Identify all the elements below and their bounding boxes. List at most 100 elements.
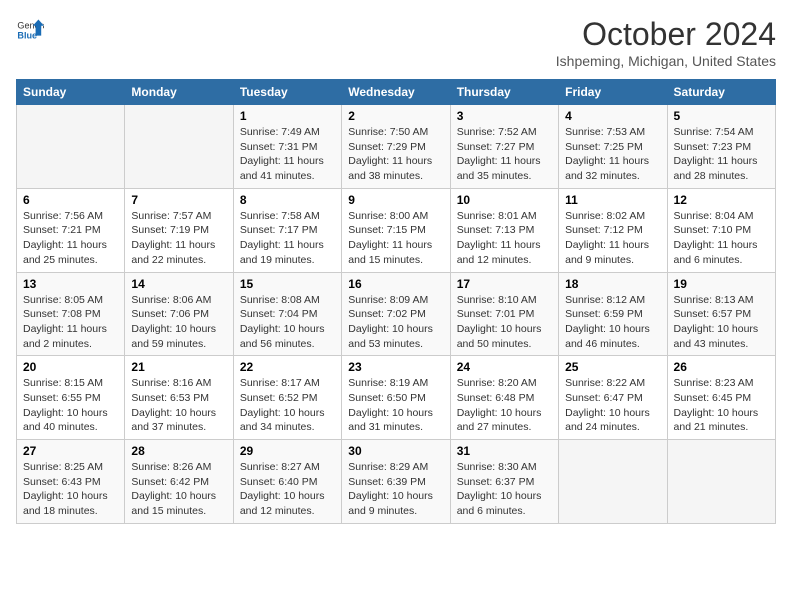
day-number: 13 xyxy=(23,277,118,291)
day-info: Sunrise: 8:10 AM Sunset: 7:01 PM Dayligh… xyxy=(457,293,552,352)
day-number: 12 xyxy=(674,193,769,207)
day-info: Sunrise: 8:02 AM Sunset: 7:12 PM Dayligh… xyxy=(565,209,660,268)
calendar-cell: 9 Sunrise: 8:00 AM Sunset: 7:15 PM Daylig… xyxy=(342,188,450,272)
calendar-cell: 31 Sunrise: 8:30 AM Sunset: 6:37 PM Dayli… xyxy=(450,440,558,524)
calendar-cell: 22 Sunrise: 8:17 AM Sunset: 6:52 PM Dayli… xyxy=(233,356,341,440)
day-info: Sunrise: 8:04 AM Sunset: 7:10 PM Dayligh… xyxy=(674,209,769,268)
calendar-cell: 10Sunrise: 8:01 AM Sunset: 7:13 PM Dayli… xyxy=(450,188,558,272)
calendar-cell: 1 Sunrise: 7:49 AM Sunset: 7:31 PM Daylig… xyxy=(233,105,341,189)
logo-icon: General Blue xyxy=(16,16,44,44)
calendar-cell: 29Sunrise: 8:27 AM Sunset: 6:40 PM Dayli… xyxy=(233,440,341,524)
calendar-week-3: 13 Sunrise: 8:05 AM Sunset: 7:08 PM Dayli… xyxy=(17,272,776,356)
calendar-cell: 3 Sunrise: 7:52 AM Sunset: 7:27 PM Daylig… xyxy=(450,105,558,189)
calendar-cell: 17 Sunrise: 8:10 AM Sunset: 7:01 PM Dayli… xyxy=(450,272,558,356)
day-info: Sunrise: 8:06 AM Sunset: 7:06 PM Dayligh… xyxy=(131,293,226,352)
calendar-cell xyxy=(17,105,125,189)
calendar-cell: 15 Sunrise: 8:08 AM Sunset: 7:04 PM Dayli… xyxy=(233,272,341,356)
day-number: 8 xyxy=(240,193,335,207)
calendar-cell: 23 Sunrise: 8:19 AM Sunset: 6:50 PM Dayli… xyxy=(342,356,450,440)
day-number: 16 xyxy=(348,277,443,291)
day-info: Sunrise: 8:20 AM Sunset: 6:48 PM Dayligh… xyxy=(457,376,552,435)
calendar-cell xyxy=(559,440,667,524)
day-info: Sunrise: 7:52 AM Sunset: 7:27 PM Dayligh… xyxy=(457,125,552,184)
day-number: 15 xyxy=(240,277,335,291)
day-number: 30 xyxy=(348,444,443,458)
calendar-cell: 6 Sunrise: 7:56 AM Sunset: 7:21 PM Daylig… xyxy=(17,188,125,272)
day-info: Sunrise: 8:05 AM Sunset: 7:08 PM Dayligh… xyxy=(23,293,118,352)
calendar-cell: 24 Sunrise: 8:20 AM Sunset: 6:48 PM Dayli… xyxy=(450,356,558,440)
day-info: Sunrise: 7:57 AM Sunset: 7:19 PM Dayligh… xyxy=(131,209,226,268)
day-header-friday: Friday xyxy=(559,80,667,105)
day-number: 17 xyxy=(457,277,552,291)
day-number: 2 xyxy=(348,109,443,123)
day-number: 7 xyxy=(131,193,226,207)
day-number: 3 xyxy=(457,109,552,123)
day-number: 18 xyxy=(565,277,660,291)
svg-text:Blue: Blue xyxy=(17,30,37,40)
day-number: 20 xyxy=(23,360,118,374)
day-number: 11 xyxy=(565,193,660,207)
day-number: 28 xyxy=(131,444,226,458)
day-number: 14 xyxy=(131,277,226,291)
calendar-week-2: 6 Sunrise: 7:56 AM Sunset: 7:21 PM Daylig… xyxy=(17,188,776,272)
day-info: Sunrise: 7:56 AM Sunset: 7:21 PM Dayligh… xyxy=(23,209,118,268)
calendar-week-4: 20 Sunrise: 8:15 AM Sunset: 6:55 PM Dayli… xyxy=(17,356,776,440)
day-number: 31 xyxy=(457,444,552,458)
day-number: 29 xyxy=(240,444,335,458)
day-info: Sunrise: 8:00 AM Sunset: 7:15 PM Dayligh… xyxy=(348,209,443,268)
day-header-saturday: Saturday xyxy=(667,80,775,105)
day-info: Sunrise: 8:13 AM Sunset: 6:57 PM Dayligh… xyxy=(674,293,769,352)
calendar-cell: 21 Sunrise: 8:16 AM Sunset: 6:53 PM Dayli… xyxy=(125,356,233,440)
calendar-cell: 14 Sunrise: 8:06 AM Sunset: 7:06 PM Dayli… xyxy=(125,272,233,356)
calendar-cell: 7 Sunrise: 7:57 AM Sunset: 7:19 PM Daylig… xyxy=(125,188,233,272)
day-number: 1 xyxy=(240,109,335,123)
day-number: 22 xyxy=(240,360,335,374)
day-number: 25 xyxy=(565,360,660,374)
calendar-week-1: 1 Sunrise: 7:49 AM Sunset: 7:31 PM Daylig… xyxy=(17,105,776,189)
day-number: 4 xyxy=(565,109,660,123)
day-info: Sunrise: 8:01 AM Sunset: 7:13 PM Dayligh… xyxy=(457,209,552,268)
day-info: Sunrise: 7:54 AM Sunset: 7:23 PM Dayligh… xyxy=(674,125,769,184)
day-info: Sunrise: 8:16 AM Sunset: 6:53 PM Dayligh… xyxy=(131,376,226,435)
calendar-cell: 30 Sunrise: 8:29 AM Sunset: 6:39 PM Dayli… xyxy=(342,440,450,524)
day-info: Sunrise: 8:26 AM Sunset: 6:42 PM Dayligh… xyxy=(131,460,226,519)
day-number: 6 xyxy=(23,193,118,207)
day-header-tuesday: Tuesday xyxy=(233,80,341,105)
day-header-monday: Monday xyxy=(125,80,233,105)
day-info: Sunrise: 8:19 AM Sunset: 6:50 PM Dayligh… xyxy=(348,376,443,435)
page-subtitle: Ishpeming, Michigan, United States xyxy=(556,53,776,69)
day-info: Sunrise: 7:58 AM Sunset: 7:17 PM Dayligh… xyxy=(240,209,335,268)
day-number: 5 xyxy=(674,109,769,123)
calendar-cell: 20 Sunrise: 8:15 AM Sunset: 6:55 PM Dayli… xyxy=(17,356,125,440)
calendar-cell: 16Sunrise: 8:09 AM Sunset: 7:02 PM Dayli… xyxy=(342,272,450,356)
calendar-cell: 19 Sunrise: 8:13 AM Sunset: 6:57 PM Dayli… xyxy=(667,272,775,356)
calendar-cell: 12 Sunrise: 8:04 AM Sunset: 7:10 PM Dayli… xyxy=(667,188,775,272)
day-number: 24 xyxy=(457,360,552,374)
calendar-cell xyxy=(667,440,775,524)
day-number: 9 xyxy=(348,193,443,207)
calendar-cell: 2 Sunrise: 7:50 AM Sunset: 7:29 PM Daylig… xyxy=(342,105,450,189)
calendar-cell: 4 Sunrise: 7:53 AM Sunset: 7:25 PM Daylig… xyxy=(559,105,667,189)
day-info: Sunrise: 8:17 AM Sunset: 6:52 PM Dayligh… xyxy=(240,376,335,435)
day-info: Sunrise: 7:49 AM Sunset: 7:31 PM Dayligh… xyxy=(240,125,335,184)
day-number: 19 xyxy=(674,277,769,291)
day-info: Sunrise: 8:29 AM Sunset: 6:39 PM Dayligh… xyxy=(348,460,443,519)
calendar-cell: 26Sunrise: 8:23 AM Sunset: 6:45 PM Dayli… xyxy=(667,356,775,440)
day-header-thursday: Thursday xyxy=(450,80,558,105)
day-info: Sunrise: 7:50 AM Sunset: 7:29 PM Dayligh… xyxy=(348,125,443,184)
day-info: Sunrise: 8:23 AM Sunset: 6:45 PM Dayligh… xyxy=(674,376,769,435)
day-info: Sunrise: 8:08 AM Sunset: 7:04 PM Dayligh… xyxy=(240,293,335,352)
day-header-wednesday: Wednesday xyxy=(342,80,450,105)
header-row: SundayMondayTuesdayWednesdayThursdayFrid… xyxy=(17,80,776,105)
calendar-week-5: 27Sunrise: 8:25 AM Sunset: 6:43 PM Dayli… xyxy=(17,440,776,524)
day-info: Sunrise: 8:15 AM Sunset: 6:55 PM Dayligh… xyxy=(23,376,118,435)
day-info: Sunrise: 7:53 AM Sunset: 7:25 PM Dayligh… xyxy=(565,125,660,184)
logo: General Blue xyxy=(16,16,44,44)
day-info: Sunrise: 8:25 AM Sunset: 6:43 PM Dayligh… xyxy=(23,460,118,519)
calendar-cell: 5 Sunrise: 7:54 AM Sunset: 7:23 PM Daylig… xyxy=(667,105,775,189)
calendar-cell: 18Sunrise: 8:12 AM Sunset: 6:59 PM Dayli… xyxy=(559,272,667,356)
day-number: 21 xyxy=(131,360,226,374)
page-title: October 2024 xyxy=(556,16,776,53)
day-info: Sunrise: 8:30 AM Sunset: 6:37 PM Dayligh… xyxy=(457,460,552,519)
day-number: 23 xyxy=(348,360,443,374)
